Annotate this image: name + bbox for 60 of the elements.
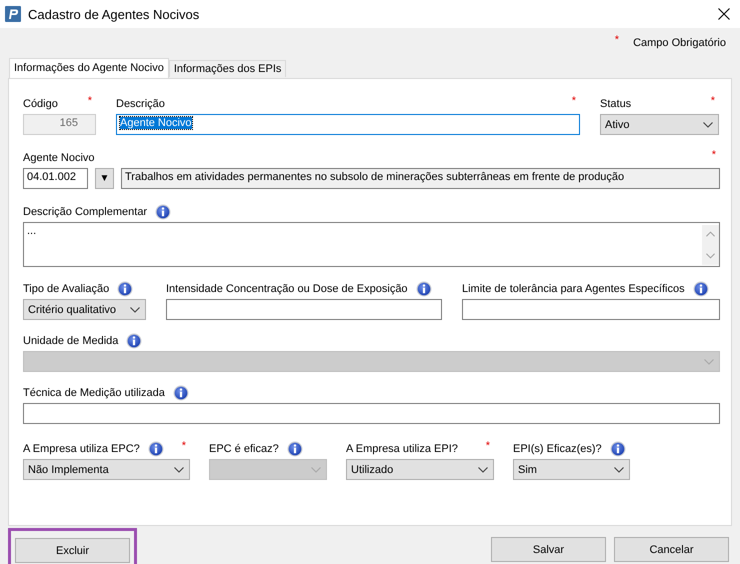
- field-label: Intensidade Concentração ou Dose de Exposição: [166, 283, 408, 295]
- field-label: Agente Nocivo: [23, 152, 95, 164]
- button[interactable]: Excluir: [15, 538, 130, 563]
- required-marker: *: [88, 95, 92, 107]
- required-marker: *: [182, 440, 186, 452]
- field-label: Limite de tolerância para Agentes Específicos: [462, 283, 685, 295]
- field-label: A Empresa utiliza EPC?: [23, 443, 140, 455]
- dropdown[interactable]: Critério qualitativo: [23, 299, 146, 320]
- dropdown[interactable]: Utilizado: [346, 459, 494, 480]
- field-label: Descrição Complementar: [23, 206, 148, 218]
- field-label: Descrição: [116, 98, 165, 110]
- info-icon[interactable]: [172, 385, 189, 401]
- app-logo-icon: [5, 6, 21, 22]
- required-marker: *: [712, 149, 716, 161]
- required-marker: *: [614, 34, 620, 46]
- info-icon[interactable]: [117, 281, 134, 297]
- field-label: Status: [600, 98, 632, 110]
- info-icon[interactable]: [416, 281, 432, 297]
- field-label: Tipo de Avaliação: [23, 283, 110, 295]
- dropdown-button[interactable]: ▼: [95, 168, 114, 189]
- tab[interactable]: Informações dos EPIs: [168, 60, 286, 77]
- legend-text: Campo Obrigatório: [633, 37, 726, 49]
- tab[interactable]: Informações do Agente Nocivo: [9, 58, 169, 78]
- close-icon[interactable]: [718, 8, 730, 20]
- info-icon[interactable]: [155, 204, 172, 220]
- chevron-down-icon: [706, 231, 715, 237]
- info-icon[interactable]: [148, 441, 164, 457]
- input-field[interactable]: 04.01.002: [23, 168, 88, 189]
- chevron-down-icon: [704, 358, 714, 364]
- button[interactable]: Cancelar: [614, 537, 729, 562]
- required-marker: *: [572, 95, 576, 107]
- text-area[interactable]: ...: [23, 222, 720, 267]
- input-field[interactable]: [166, 299, 442, 320]
- chevron-down-icon: [706, 253, 715, 259]
- field-label: Código: [23, 98, 58, 110]
- required-marker: *: [710, 95, 715, 107]
- input-field[interactable]: Agente Nocivo: [116, 114, 580, 135]
- chevron-down-icon: [174, 466, 184, 472]
- chevron-down-icon: [478, 466, 488, 472]
- button[interactable]: Salvar: [491, 537, 606, 562]
- required-marker: *: [486, 440, 490, 452]
- scrollbar[interactable]: [702, 225, 719, 265]
- chevron-down-icon: [311, 466, 321, 472]
- info-icon[interactable]: [692, 281, 709, 297]
- field-label: A Empresa utiliza EPI?: [346, 443, 458, 455]
- dropdown[interactable]: Não Implementa: [23, 459, 190, 480]
- dropdown[interactable]: Ativo: [600, 114, 719, 135]
- field-label: EPI(s) Eficaz(es)?: [513, 443, 602, 455]
- field-label: Unidade de Medida: [23, 335, 118, 347]
- input-field[interactable]: [462, 299, 720, 320]
- info-icon[interactable]: [610, 441, 626, 457]
- chevron-down-icon: [703, 122, 713, 128]
- description-field: Trabalhos em atividades permanentes no subsolo de minerações subterrâneas em frente de produção: [121, 168, 720, 189]
- dropdown[interactable]: Sim: [513, 459, 630, 480]
- chevron-down-icon: [614, 466, 624, 472]
- field-label: EPC é eficaz?: [209, 443, 279, 455]
- chevron-down-icon: [130, 306, 140, 312]
- field-label: Técnica de Medição utilizada: [23, 387, 165, 399]
- input-field[interactable]: [23, 403, 720, 424]
- window-title: Cadastro de Agentes Nocivos: [28, 6, 200, 22]
